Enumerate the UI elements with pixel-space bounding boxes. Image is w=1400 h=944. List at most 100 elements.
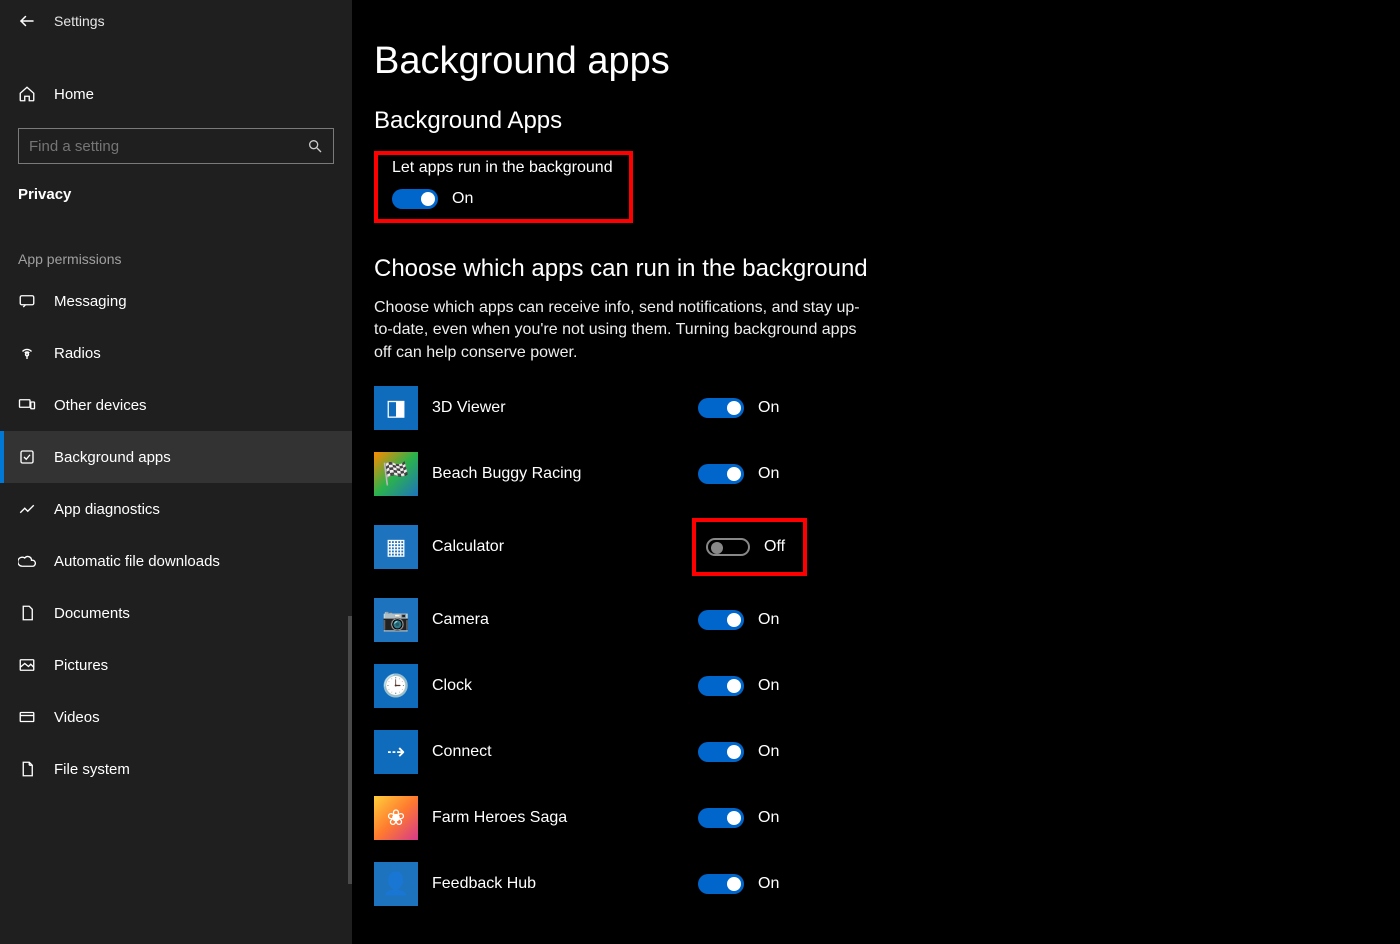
game-icon: 🏁 [374, 452, 418, 496]
app-toggle[interactable] [698, 874, 744, 894]
app-row-farm-heroes-saga: ❀ Farm Heroes Saga On [374, 796, 1400, 840]
messaging-icon [18, 292, 36, 310]
app-toggle[interactable] [698, 464, 744, 484]
apps-list: ◨3D ViewerOn🏁Beach Buggy RacingOn▦Calcul… [374, 386, 1400, 906]
home-label: Home [54, 86, 94, 103]
app-toggle-cell: On [692, 804, 789, 832]
sidebar-item-label: Messaging [54, 293, 127, 310]
pictures-icon [18, 656, 36, 674]
app-diagnostics-icon [18, 500, 36, 518]
app-toggle-state: On [758, 875, 779, 893]
sidebar-item-other-devices[interactable]: Other devices [0, 379, 352, 431]
sidebar-item-label: Other devices [54, 397, 147, 414]
file-system-icon [18, 760, 36, 778]
app-toggle-cell: On [692, 738, 789, 766]
app-name-label: Beach Buggy Racing [432, 465, 692, 483]
search-input[interactable] [29, 138, 307, 155]
app-toggle-cell: Off [692, 518, 807, 576]
app-name-label: Connect [432, 743, 692, 761]
app-toggle-cell: On [692, 606, 789, 634]
sidebar-item-label: Automatic file downloads [54, 553, 220, 570]
sidebar-item-label: Videos [54, 709, 100, 726]
app-name-label: Camera [432, 611, 692, 629]
sidebar-item-label: Background apps [54, 449, 171, 466]
app-toggle-state: On [758, 465, 779, 483]
app-name-label: Clock [432, 677, 692, 695]
sidebar-item-label: Pictures [54, 657, 108, 674]
app-toggle-state: Off [764, 538, 785, 556]
other-devices-icon [18, 396, 36, 414]
sidebar-item-label: App diagnostics [54, 501, 160, 518]
category-label: Privacy [0, 164, 352, 213]
app-toggle-state: On [758, 743, 779, 761]
sidebar-item-label: File system [54, 761, 130, 778]
app-row-clock: 🕒 Clock On [374, 664, 1400, 708]
farm-icon: ❀ [374, 796, 418, 840]
section1-title: Background Apps [374, 107, 1400, 135]
app-toggle-cell: On [692, 870, 789, 898]
sidebar-item-background-apps[interactable]: Background apps [0, 431, 352, 483]
page-title: Background apps [374, 40, 1400, 83]
app-row-3d-viewer: ◨3D ViewerOn [374, 386, 1400, 430]
clock-icon: 🕒 [374, 664, 418, 708]
app-toggle-state: On [758, 677, 779, 695]
background-apps-icon [18, 448, 36, 466]
app-name-label: Farm Heroes Saga [432, 809, 692, 827]
feedback-icon: 👤 [374, 862, 418, 906]
sidebar-item-label: Documents [54, 605, 130, 622]
videos-icon [18, 708, 36, 726]
app-toggle[interactable] [698, 610, 744, 630]
sidebar-item-automatic-file-downloads[interactable]: Automatic file downloads [0, 535, 352, 587]
app-toggle-cell: On [692, 672, 789, 700]
app-toggle-cell: On [692, 394, 789, 422]
app-row-feedback-hub: 👤 Feedback Hub On [374, 862, 1400, 906]
settings-sidebar: Settings Home Privacy App permissions Me… [0, 0, 352, 944]
search-box[interactable] [18, 128, 334, 164]
app-toggle-state: On [758, 809, 779, 827]
sidebar-item-radios[interactable]: Radios [0, 327, 352, 379]
app-name-label: 3D Viewer [432, 399, 692, 417]
search-wrap [0, 116, 352, 164]
sidebar-item-videos[interactable]: Videos [0, 691, 352, 743]
master-toggle-state: On [452, 190, 473, 208]
section2-title: Choose which apps can run in the backgro… [374, 255, 1400, 283]
sidebar-top-bar: Settings [0, 0, 352, 42]
radios-icon [18, 344, 36, 362]
sidebar-item-file-system[interactable]: File system [0, 743, 352, 795]
home-icon [18, 85, 36, 103]
documents-icon [18, 604, 36, 622]
app-toggle[interactable] [698, 398, 744, 418]
master-toggle-block: Let apps run in the background On [374, 151, 633, 223]
window-title: Settings [54, 13, 105, 29]
app-name-label: Calculator [432, 538, 692, 556]
app-toggle[interactable] [698, 676, 744, 696]
sidebar-home[interactable]: Home [0, 72, 352, 116]
sidebar-item-label: Radios [54, 345, 101, 362]
app-toggle[interactable] [698, 808, 744, 828]
master-toggle-label: Let apps run in the background [392, 159, 613, 177]
app-row-camera: 📷 Camera On [374, 598, 1400, 642]
sidebar-item-app-diagnostics[interactable]: App diagnostics [0, 483, 352, 535]
sidebar-item-documents[interactable]: Documents [0, 587, 352, 639]
sidebar-item-pictures[interactable]: Pictures [0, 639, 352, 691]
master-toggle[interactable] [392, 189, 438, 209]
sidebar-nav-list: Messaging Radios Other devices Background a… [0, 275, 352, 795]
app-row-connect: ⇢ Connect On [374, 730, 1400, 774]
app-name-label: Feedback Hub [432, 875, 692, 893]
back-icon[interactable] [18, 12, 36, 30]
connect-icon: ⇢ [374, 730, 418, 774]
app-toggle[interactable] [706, 538, 750, 556]
app-toggle-cell: On [692, 460, 789, 488]
section-label: App permissions [0, 213, 352, 275]
camera-icon: 📷 [374, 598, 418, 642]
search-icon [307, 138, 323, 154]
app-toggle-state: On [758, 399, 779, 417]
section2-desc: Choose which apps can receive info, send… [374, 297, 864, 364]
sidebar-item-messaging[interactable]: Messaging [0, 275, 352, 327]
main-content: Background apps Background Apps Let apps… [352, 0, 1400, 944]
app-row-calculator: ▦ Calculator Off [374, 518, 1400, 576]
calculator-icon: ▦ [374, 525, 418, 569]
app-toggle-state: On [758, 611, 779, 629]
app-row-beach-buggy-racing: 🏁 Beach Buggy Racing On [374, 452, 1400, 496]
app-toggle[interactable] [698, 742, 744, 762]
